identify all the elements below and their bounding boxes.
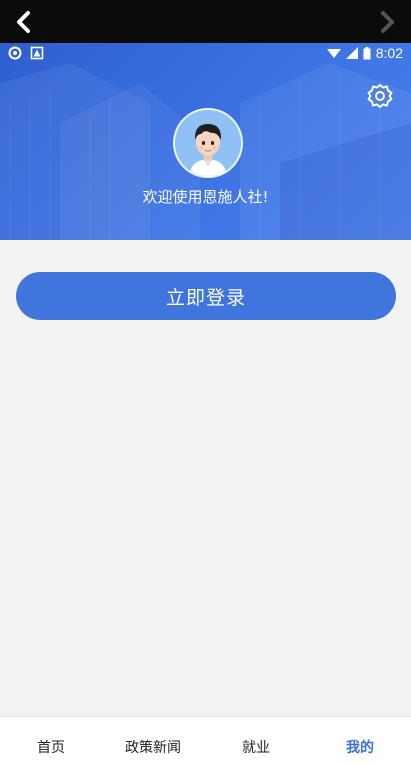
tab-employment[interactable]: 就业 [242, 737, 270, 757]
bottom-tab-bar: 首页 政策新闻 就业 我的 [0, 716, 411, 764]
status-time: 8:02 [375, 45, 403, 61]
signal-icon [345, 47, 358, 59]
welcome-text: 欢迎使用恩施人社! [142, 188, 269, 206]
gear-icon[interactable] [366, 82, 394, 110]
sync-icon [8, 46, 22, 60]
login-button[interactable]: 立即登录 [16, 272, 396, 320]
avatar[interactable] [173, 108, 243, 178]
battery-icon [363, 46, 371, 59]
profile-header: 8:02 欢迎使用恩施人社! [0, 43, 411, 240]
tab-mine[interactable]: 我的 [346, 737, 374, 757]
chevron-left-icon[interactable] [10, 8, 38, 36]
chevron-right-icon[interactable] [373, 8, 401, 36]
top-nav-bar [0, 0, 411, 43]
app-notification-icon [30, 46, 44, 60]
tab-policy-news[interactable]: 政策新闻 [125, 737, 181, 757]
wifi-icon [326, 49, 341, 58]
tab-home[interactable]: 首页 [37, 737, 65, 757]
status-bar: 8:02 [0, 43, 411, 65]
user-avatar-illustration [175, 110, 241, 176]
